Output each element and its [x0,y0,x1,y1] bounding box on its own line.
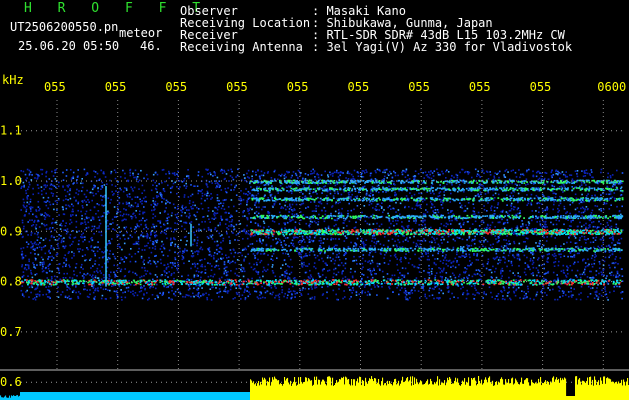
spectrogram-panel: 055 055 055 055 055 055 055 055 055 0600 1.1 1.0 0.9… [0,80,629,400]
x-tick-label: 055 [287,80,309,94]
y-tick-label: 1.1 [0,124,22,138]
x-tick-label: 055 [469,80,491,94]
x-tick-label: 055 [165,80,187,94]
x-tick-label: 055 [530,80,552,94]
x-tick-label: 0600 [597,80,626,94]
signal-band [252,187,624,192]
signal-band [250,228,623,236]
datetime: 25.06.20 05:50 [18,39,120,53]
histogram-baseline [20,392,250,400]
y-axis-label: kHz [2,73,24,87]
filename-suffix: meteor [119,26,163,40]
x-tick-label: 055 [105,80,127,94]
y-tick-label: 1.0 [0,174,22,188]
filename: UT2506200550.pn [10,20,119,34]
signal-band [20,279,622,286]
x-tick-label: 055 [408,80,430,94]
x-tick-label: 055 [44,80,66,94]
y-tick-label: 0.6 [0,375,22,389]
y-tick-label: 0.8 [0,275,22,289]
info-value-antenna: : 3el Yagi(V) Az 330 for Vladivostok [312,40,573,54]
signal-band [250,179,624,185]
y-tick-label: 0.7 [0,325,22,339]
hrofft-window: 055 055 055 055 055 055 055 055 055 0600 1.1 1.0 0.9… [0,0,629,400]
count: 46. [140,39,162,53]
y-tick-label: 0.9 [0,224,22,238]
x-tick-label: 055 [348,80,370,94]
x-tick-label: 055 [226,80,248,94]
info-label-antenna: Receiving Antenna [180,40,303,54]
